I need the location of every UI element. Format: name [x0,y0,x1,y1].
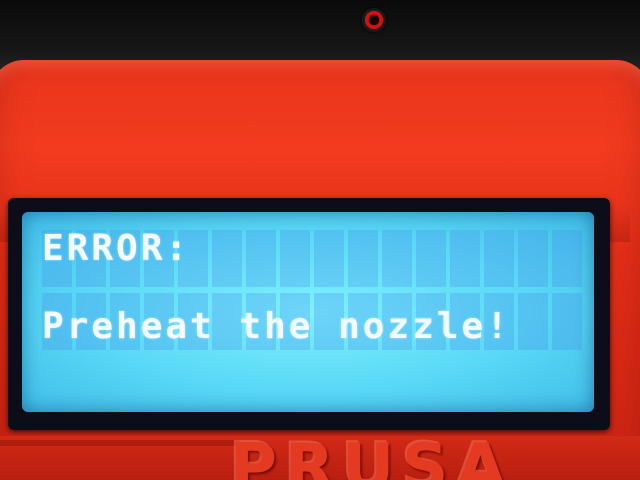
lcd-cell [450,230,480,287]
lcd-cell [518,293,548,350]
brand-logo: PRUSA [230,431,514,480]
lcd-cell [416,230,446,287]
lcd-cell [280,230,310,287]
lcd-line-message: Preheat the nozzle! [42,306,511,347]
printer-lcd-photo: ERROR: Preheat the nozzle! PRUSA [0,0,640,480]
lcd-cell [382,230,412,287]
control-knob-icon[interactable] [362,8,386,32]
lcd-cell [484,230,514,287]
lcd-cell [518,230,548,287]
lcd-cell [552,293,582,350]
lcd-cell [314,230,344,287]
lcd-cell [552,230,582,287]
housing-edge [0,440,240,446]
lcd-cell [212,230,242,287]
lcd-screen: ERROR: Preheat the nozzle! [22,212,594,412]
lcd-cell [348,230,378,287]
lcd-line-error-label: ERROR: [42,228,191,269]
lcd-cell [246,230,276,287]
